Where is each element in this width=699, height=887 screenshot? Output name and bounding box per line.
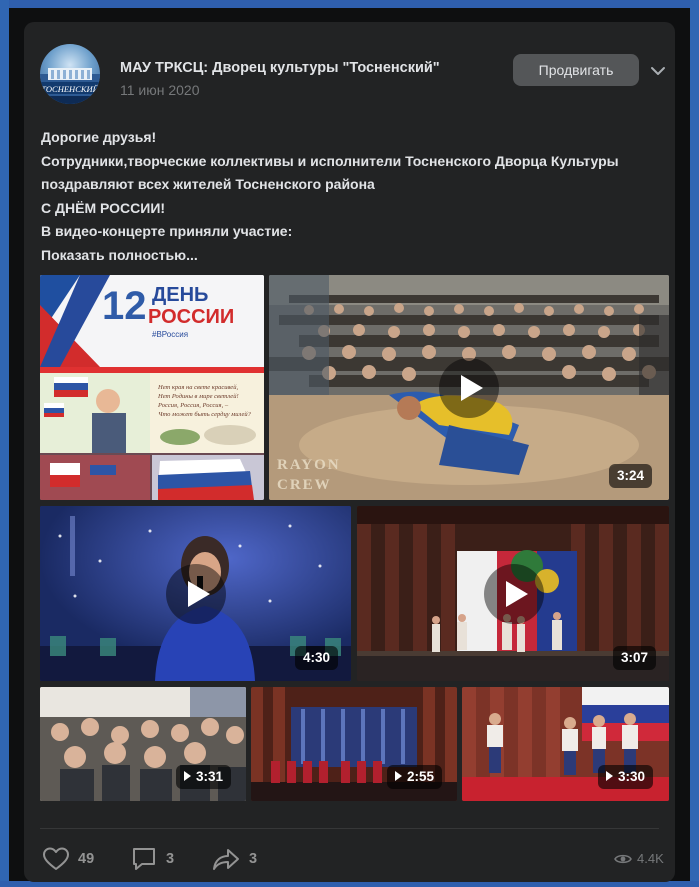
post-text: Дорогие друзья! Сотрудники,творческие ко… bbox=[41, 126, 671, 267]
photo-poster[interactable]: 12 ДЕНЬ РОССИИ #ВРоссия Нет края на свет… bbox=[40, 275, 264, 500]
video-thumbnail[interactable]: 3:07 bbox=[357, 506, 669, 681]
share-count: 3 bbox=[249, 851, 258, 867]
heart-icon bbox=[42, 846, 70, 872]
group-name-link[interactable]: МАУ ТРКСЦ: Дворец культуры "Тосненский" bbox=[120, 60, 440, 76]
post-date[interactable]: 11 июн 2020 bbox=[120, 82, 200, 98]
play-button[interactable] bbox=[484, 564, 544, 624]
poster-poem-line: Россия, Россия, Россия, – bbox=[157, 402, 229, 409]
post-text-line: С ДНЁМ РОССИИ! bbox=[41, 199, 166, 216]
video-thumbnail[interactable]: 2:55 bbox=[251, 687, 457, 801]
promote-button[interactable]: Продвигать bbox=[513, 54, 639, 86]
post-text-line: поздравляют всех жителей Тосненского рай… bbox=[41, 176, 375, 192]
video-duration: 3:30 bbox=[598, 765, 654, 789]
like-button[interactable]: 49 bbox=[42, 846, 94, 872]
poster-day-word: ДЕНЬ bbox=[152, 284, 208, 306]
frame-right-border bbox=[690, 0, 699, 887]
play-small-icon bbox=[606, 771, 613, 781]
video-thumbnail[interactable]: 3:31 bbox=[40, 687, 246, 801]
comment-button[interactable]: 3 bbox=[130, 846, 174, 872]
share-icon bbox=[211, 846, 241, 872]
video-thumbnail[interactable]: RAYON CREW 3:24 bbox=[269, 275, 669, 500]
play-button[interactable] bbox=[439, 358, 499, 418]
like-count: 49 bbox=[78, 851, 95, 867]
video-duration-text: 3:31 bbox=[196, 769, 224, 784]
video-duration: 2:55 bbox=[387, 765, 443, 789]
play-button[interactable] bbox=[166, 564, 226, 624]
post-text-line: Сотрудники,творческие коллективы и испол… bbox=[41, 152, 619, 169]
post-text-line: Дорогие друзья! bbox=[41, 129, 157, 145]
poster-number: 12 bbox=[102, 284, 147, 328]
video-duration-text: 3:30 bbox=[618, 769, 646, 784]
video-duration: 3:07 bbox=[613, 646, 657, 670]
post-card: ТОСНЕНСКИЙ МАУ ТРКСЦ: Дворец культуры "Т… bbox=[24, 22, 675, 882]
video-thumbnail[interactable]: 4:30 bbox=[40, 506, 351, 681]
chevron-down-icon[interactable] bbox=[648, 61, 668, 81]
video-duration-text: 2:55 bbox=[407, 769, 435, 784]
poster-hashtag: #ВРоссия bbox=[152, 330, 188, 339]
video-duration: 3:24 bbox=[609, 464, 653, 488]
share-button[interactable]: 3 bbox=[211, 846, 257, 872]
show-more-link[interactable]: Показать полностью... bbox=[41, 244, 671, 268]
video-watermark: RAYON CREW bbox=[277, 457, 341, 493]
views-counter: 4.4K bbox=[614, 851, 664, 866]
frame-top-border bbox=[0, 0, 699, 8]
group-avatar[interactable]: ТОСНЕНСКИЙ bbox=[40, 44, 100, 104]
comment-icon bbox=[130, 846, 158, 872]
feed-background: ТОСНЕНСКИЙ МАУ ТРКСЦ: Дворец культуры "Т… bbox=[9, 8, 690, 882]
poster-poem-line: Нет Родины в мире светлей! bbox=[157, 393, 239, 400]
poster-poem-line: Нет края на свете красивей, bbox=[157, 384, 238, 391]
frame-left-border bbox=[0, 0, 9, 887]
poster-russia-word: РОССИИ bbox=[148, 306, 234, 328]
eye-icon bbox=[614, 852, 632, 866]
video-duration: 4:30 bbox=[295, 646, 339, 670]
poster-poem-line: Что может быть сердцу милей? bbox=[158, 411, 252, 418]
video-thumbnail[interactable]: 3:30 bbox=[462, 687, 669, 801]
avatar-logo-text: ТОСНЕНСКИЙ bbox=[41, 84, 99, 94]
views-count: 4.4K bbox=[637, 851, 664, 866]
comment-count: 3 bbox=[166, 851, 175, 867]
post-text-line: В видео-концерте приняли участие: bbox=[41, 223, 293, 239]
video-duration: 3:31 bbox=[176, 765, 232, 789]
play-small-icon bbox=[184, 771, 191, 781]
actions-divider bbox=[40, 828, 659, 829]
play-small-icon bbox=[395, 771, 402, 781]
